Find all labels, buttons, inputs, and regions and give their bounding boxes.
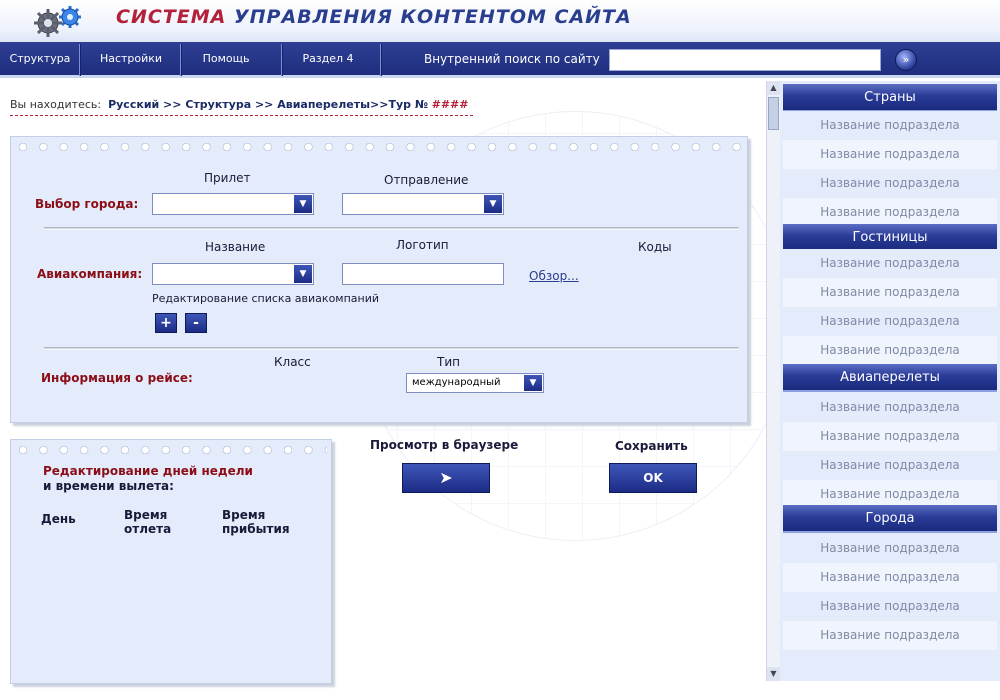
- schedule-title-line1: Редактирование дней недели: [43, 464, 253, 478]
- notebook-holes: [17, 141, 743, 153]
- add-airline-button[interactable]: +: [155, 313, 177, 333]
- main-nav: Структура Настройки Помощь Раздел 4 Внут…: [0, 42, 1000, 78]
- preview-label: Просмотр в браузере: [370, 438, 519, 452]
- airline-codes-header: Коды: [638, 240, 672, 254]
- schedule-panel: Редактирование дней недели и времени выл…: [10, 439, 332, 684]
- nav-item-settings[interactable]: Настройки: [81, 42, 181, 78]
- remove-airline-button[interactable]: -: [185, 313, 207, 333]
- sidebar-item[interactable]: Название подраздела: [783, 111, 997, 140]
- arrival-header: Прилет: [204, 171, 251, 185]
- chevron-down-icon: ▼: [484, 195, 502, 213]
- col-depart-header-2: отлета: [124, 522, 172, 536]
- sidebar-section-hotels[interactable]: Гостиницы: [783, 224, 997, 252]
- notebook-holes: [17, 444, 327, 456]
- breadcrumb-path[interactable]: Русский >> Структура >> Авиаперелеты>>Ту…: [108, 98, 428, 111]
- arrow-right-icon: »: [902, 53, 910, 66]
- gears-icon: [34, 6, 81, 37]
- chevron-down-icon: ▼: [294, 195, 312, 213]
- sidebar-item[interactable]: Название подраздела: [783, 422, 997, 451]
- airline-select[interactable]: ▼: [152, 263, 314, 285]
- city-select-label: Выбор города:: [35, 197, 139, 211]
- departure-header: Отправление: [384, 173, 469, 187]
- nav-item-help[interactable]: Помощь: [182, 42, 270, 78]
- tour-form-panel: Прилет Отправление Выбор города: ▼ ▼ Наз…: [10, 136, 748, 423]
- sidebar-item[interactable]: Название подраздела: [783, 393, 997, 422]
- flight-info-label: Информация о рейсе:: [41, 371, 193, 385]
- sidebar-item[interactable]: Название подраздела: [783, 621, 997, 650]
- schedule-title-line2: и времени вылета:: [43, 479, 174, 493]
- sidebar-item[interactable]: Название подраздела: [783, 336, 997, 365]
- save-ok-button[interactable]: OK: [609, 463, 697, 493]
- col-depart-header-1: Время: [124, 508, 168, 522]
- sidebar-item[interactable]: Название подраздела: [783, 307, 997, 336]
- sidebar-section-cities[interactable]: Города: [783, 505, 997, 533]
- arrival-city-select[interactable]: ▼: [152, 193, 314, 215]
- sidebar-item[interactable]: Название подраздела: [783, 592, 997, 621]
- search-label: Внутренний поиск по сайту: [424, 52, 600, 66]
- sidebar-item[interactable]: Название подраздела: [783, 198, 997, 227]
- nav-item-structure[interactable]: Структура: [0, 42, 80, 78]
- chevron-down-icon: ▼: [524, 375, 542, 391]
- app-header: СИСТЕМА УПРАВЛЕНИЯ КОНТЕНТОМ САЙТА: [0, 0, 1000, 42]
- main-scrollbar[interactable]: ▲ ▼: [766, 81, 780, 681]
- sidebar: Страны Название подраздела Название подр…: [780, 81, 1000, 681]
- scroll-thumb[interactable]: [768, 97, 779, 130]
- scroll-down-icon[interactable]: ▼: [767, 667, 780, 681]
- airline-name-header: Название: [205, 240, 266, 254]
- sidebar-item[interactable]: Название подраздела: [783, 534, 997, 563]
- nav-item-section4[interactable]: Раздел 4: [283, 42, 373, 78]
- chevron-down-icon: ▼: [294, 265, 312, 283]
- browse-link[interactable]: Обзор...: [529, 269, 579, 283]
- app-title: СИСТЕМА УПРАВЛЕНИЯ КОНТЕНТОМ САЙТА: [116, 6, 632, 28]
- airline-label: Авиакомпания:: [37, 267, 143, 281]
- sidebar-item[interactable]: Название подраздела: [783, 249, 997, 278]
- sidebar-item[interactable]: Название подраздела: [783, 451, 997, 480]
- search-go-button[interactable]: »: [895, 49, 917, 71]
- play-arrow-icon: ➤: [439, 468, 453, 487]
- main-content: Вы находитесь: Русский >> Структура >> А…: [0, 81, 766, 700]
- scroll-up-icon[interactable]: ▲: [767, 81, 780, 95]
- sidebar-section-flights[interactable]: Авиаперелеты: [783, 364, 997, 392]
- sidebar-item[interactable]: Название подраздела: [783, 169, 997, 198]
- airline-logo-header: Логотип: [396, 238, 449, 252]
- col-arrive-header-2: прибытия: [222, 522, 290, 536]
- save-label: Сохранить: [615, 439, 688, 453]
- section-divider: [44, 347, 739, 350]
- breadcrumb-label: Вы находитесь:: [10, 98, 102, 111]
- search-input[interactable]: [609, 49, 881, 71]
- col-day-header: День: [41, 512, 76, 526]
- departure-city-select[interactable]: ▼: [342, 193, 504, 215]
- section-divider: [44, 227, 739, 230]
- breadcrumb-tour-number: ####: [431, 98, 469, 111]
- flight-type-value: международный: [412, 377, 501, 388]
- sidebar-section-countries[interactable]: Страны: [783, 84, 997, 112]
- sidebar-item[interactable]: Название подраздела: [783, 563, 997, 592]
- flight-type-header: Тип: [437, 355, 460, 369]
- breadcrumb: Вы находитесь: Русский >> Структура >> А…: [10, 98, 473, 116]
- preview-button[interactable]: ➤: [402, 463, 490, 493]
- nav-separator: [380, 44, 382, 76]
- sidebar-item[interactable]: Название подраздела: [783, 140, 997, 169]
- airline-logo-input[interactable]: [342, 263, 504, 285]
- edit-airline-list-label: Редактирование списка авиакомпаний: [152, 292, 380, 305]
- col-arrive-header-1: Время: [222, 508, 266, 522]
- flight-class-header: Класс: [274, 355, 311, 369]
- sidebar-item[interactable]: Название подраздела: [783, 278, 997, 307]
- flight-type-select[interactable]: международный ▼: [406, 373, 544, 393]
